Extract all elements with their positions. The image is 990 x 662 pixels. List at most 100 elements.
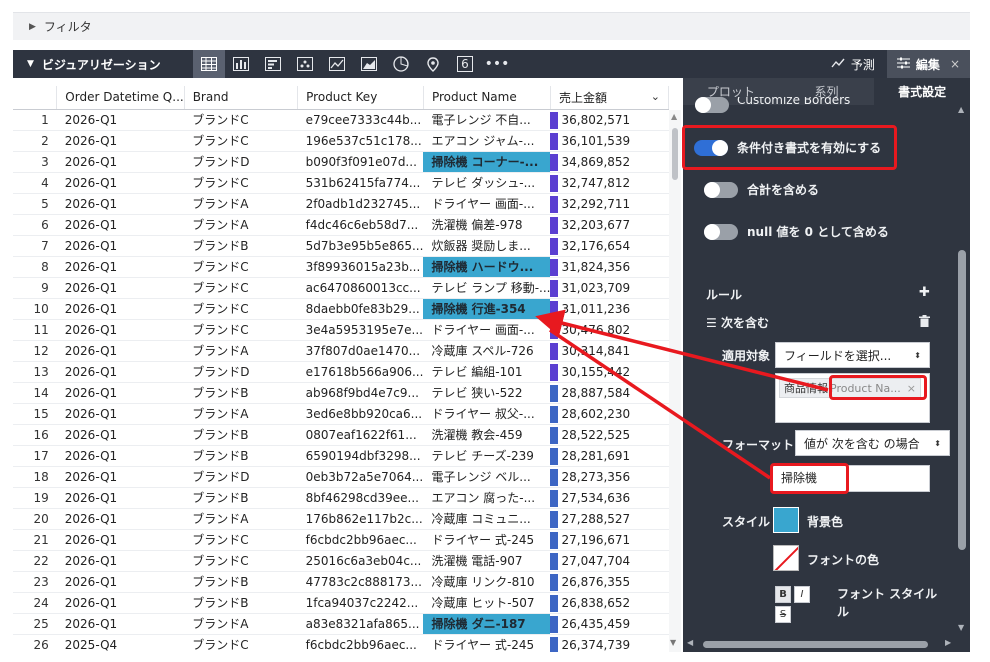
italic-button[interactable]: I (794, 586, 810, 603)
cell-product-key: 37f807d0ae1470... (297, 340, 424, 362)
table-row[interactable]: 9 2026-Q1 ブランドC ac6470860013cc... テレビ ランプ 移動… (13, 277, 669, 299)
sales-bar (550, 510, 559, 528)
table-row[interactable]: 14 2026-Q1 ブランドB ab968f9bd4e7c9... テレビ 狭い-52… (13, 382, 669, 404)
close-icon[interactable]: × (950, 57, 960, 71)
table-row[interactable]: 22 2026-Q1 ブランドC 25016c6a3eb04c... 洗濯機 電話-90… (13, 550, 669, 572)
sales-value: 36,802,571 (561, 112, 631, 127)
highlighted-product-name: 掃除機 行進-354 (423, 298, 551, 318)
table-row[interactable]: 5 2026-Q1 ブランドA 2f0adb1d232745... ドライヤー 画面-.… (13, 193, 669, 215)
scroll-down-icon[interactable]: ▼ (670, 638, 676, 647)
table-row[interactable]: 13 2026-Q1 ブランドD e17618b566a906... テレビ 編組-10… (13, 361, 669, 383)
apply-to-label: 適用対象 (722, 349, 771, 363)
table-row[interactable]: 16 2026-Q1 ブランドB 0807eaf1622f61... 洗濯機 教会-45… (13, 424, 669, 446)
table-row[interactable]: 2 2026-Q1 ブランドC 196e537c51c178... エアコン ジャム-.… (13, 130, 669, 152)
panel-horizontal-scrollbar[interactable]: ◀ ▶ (683, 637, 970, 652)
cell-order-quarter: 2026-Q1 (56, 340, 185, 362)
map-pin-icon[interactable] (417, 50, 449, 78)
column-header-order-quarter[interactable]: Order Datetime Q... (56, 86, 185, 110)
annotation-box-toggle (682, 125, 897, 170)
table-row[interactable]: 15 2026-Q1 ブランドA 3ed6e8bb920ca6... ドライヤー 叔父-… (13, 403, 669, 425)
table-icon[interactable] (193, 50, 225, 78)
scroll-up-icon[interactable]: ▲ (958, 105, 964, 114)
table-row[interactable]: 17 2026-Q1 ブランドB 6590194dbf3298... テレビ チーズ-2… (13, 445, 669, 467)
table-row[interactable]: 11 2026-Q1 ブランドC 3e4a5953195e7e... ドライヤー 画面-… (13, 319, 669, 341)
cell-product-key: a83e8321afa865... (297, 613, 424, 635)
table-scrollbar[interactable]: ▲ (669, 110, 681, 652)
add-rule-icon[interactable]: ✚ (919, 285, 930, 300)
column-header-product-name[interactable]: Product Name (423, 86, 551, 110)
bar-chart-icon[interactable] (225, 50, 257, 78)
trash-icon[interactable] (919, 315, 930, 330)
column-header-product-key[interactable]: Product Key (297, 86, 424, 110)
background-color-swatch[interactable] (773, 507, 799, 533)
product-name-text: テレビ ダッシュ-... (431, 175, 536, 190)
edit-panel-tab[interactable]: 編集 × (886, 50, 970, 78)
cell-sales: 30,314,841 (550, 340, 669, 362)
table-row[interactable]: 18 2026-Q1 ブランドD 0eb3b72a5e7064... 電子レンジ ベル.… (13, 466, 669, 488)
pie-chart-icon[interactable] (385, 50, 417, 78)
chevron-down-icon[interactable]: ⌄ (651, 90, 660, 103)
scroll-left-icon[interactable]: ◀ (687, 638, 693, 647)
cell-product-key: 3ed6e8bb920ca6... (297, 403, 424, 425)
forecast-button[interactable]: 予測 (819, 56, 887, 73)
panel-scrollbar[interactable]: ▲ ▼ (956, 105, 969, 635)
sales-bar (550, 258, 559, 276)
table-scroll-thumb[interactable] (672, 128, 678, 180)
cell-product-key: 2f0adb1d232745... (297, 193, 424, 215)
single-value-label: 6 (457, 56, 473, 72)
product-name-text: ドライヤー 画面-... (431, 196, 535, 211)
table-row[interactable]: 20 2026-Q1 ブランドA 176b862e117b2c... 冷蔵庫 コミュニ.… (13, 508, 669, 530)
font-color-swatch[interactable] (773, 545, 799, 571)
cell-product-name: テレビ 狭い-522 (423, 382, 551, 404)
column-header-brand[interactable]: Brand (184, 86, 299, 110)
scroll-right-icon[interactable]: ▶ (945, 638, 951, 647)
panel-hscroll-thumb[interactable] (703, 641, 928, 648)
cell-order-quarter: 2026-Q1 (56, 214, 185, 236)
line-chart-icon[interactable] (321, 50, 353, 78)
single-value-icon[interactable]: 6 (449, 50, 481, 78)
font-style-label-wrap: ル (837, 605, 850, 619)
table-row[interactable]: 26 2025-Q4 ブランドC f6cbdc2bb96aec... ドライヤー 式-2… (13, 634, 669, 652)
format-condition-select[interactable]: 値が 次を含む の場合 ⬍ (795, 430, 950, 456)
table-row[interactable]: 23 2026-Q1 ブランドB 47783c2c888173... 冷蔵庫 リンク-8… (13, 571, 669, 593)
cell-sales: 32,747,812 (550, 172, 669, 194)
scroll-down-icon[interactable]: ▼ (958, 623, 964, 632)
sales-bar (550, 531, 559, 549)
cell-sales: 28,273,356 (550, 466, 669, 488)
table-row[interactable]: 10 2026-Q1 ブランドC 8daebb0fe83b29... 掃除機 行進-35… (13, 298, 669, 320)
table-row[interactable]: 7 2026-Q1 ブランドB 5d7b3e95b5e865... 炊飯器 奨励しま..… (13, 235, 669, 257)
apply-to-select[interactable]: フィールドを選択... ⬍ (775, 342, 930, 368)
bold-button[interactable]: B (775, 586, 791, 603)
more-icon[interactable]: ••• (481, 50, 513, 78)
product-name-text: ドライヤー 叔父-... (431, 406, 535, 421)
table-row[interactable]: 1 2026-Q1 ブランドC e79cee7333c44b... 電子レンジ 不自..… (13, 109, 669, 131)
include-total-toggle[interactable] (704, 182, 738, 198)
table-row[interactable]: 4 2026-Q1 ブランドC 531b62415fa774... テレビ ダッシュ-.… (13, 172, 669, 194)
table-row[interactable]: 25 2026-Q1 ブランドA a83e8321afa865... 掃除機 ダニ-18… (13, 613, 669, 635)
table-row[interactable]: 24 2026-Q1 ブランドB 1fca94037c2242... 冷蔵庫 ヒット-5… (13, 592, 669, 614)
cell-product-key: 0807eaf1622f61... (297, 424, 424, 446)
sales-bar (550, 636, 559, 652)
panel-scroll-thumb[interactable] (958, 250, 966, 550)
cell-product-name: 掃除機 コーナー-... (423, 151, 551, 173)
table-row[interactable]: 21 2026-Q1 ブランドC f6cbdc2bb96aec... ドライヤー 式-2… (13, 529, 669, 551)
scroll-up-icon[interactable]: ▲ (671, 112, 677, 121)
visualization-section-toggle[interactable]: ▼ ビジュアリゼーション (13, 56, 193, 73)
horizontal-bar-icon[interactable] (257, 50, 289, 78)
row-number: 13 (13, 361, 57, 383)
cell-product-name: 掃除機 行進-354 (423, 298, 551, 320)
table-row[interactable]: 12 2026-Q1 ブランドA 37f807d0ae1470... 冷蔵庫 スペル-7… (13, 340, 669, 362)
table-row[interactable]: 6 2026-Q1 ブランドA f4dc46c6eb58d7... 洗濯機 偏差-978… (13, 214, 669, 236)
filter-section-toggle[interactable]: ▶ フィルタ (13, 12, 970, 40)
null-as-zero-toggle[interactable] (704, 224, 738, 240)
table-row[interactable]: 19 2026-Q1 ブランドB 8bf46298cd39ee... エアコン 腐った-… (13, 487, 669, 509)
table-row[interactable]: 8 2026-Q1 ブランドC 3f89936015a23b... 掃除機 ハードウ..… (13, 256, 669, 278)
strikethrough-button[interactable]: S (775, 606, 791, 623)
table-row[interactable]: 3 2026-Q1 ブランドD b090f3f091e07d... 掃除機 コーナー-.… (13, 151, 669, 173)
scatter-icon[interactable] (289, 50, 321, 78)
area-chart-icon[interactable] (353, 50, 385, 78)
sales-value: 32,176,654 (561, 238, 631, 253)
cell-order-quarter: 2026-Q1 (56, 172, 185, 194)
rule-header[interactable]: ☰ 次を含む (706, 314, 769, 331)
column-header-sales[interactable]: 売上金額 ⌄ (550, 86, 669, 110)
